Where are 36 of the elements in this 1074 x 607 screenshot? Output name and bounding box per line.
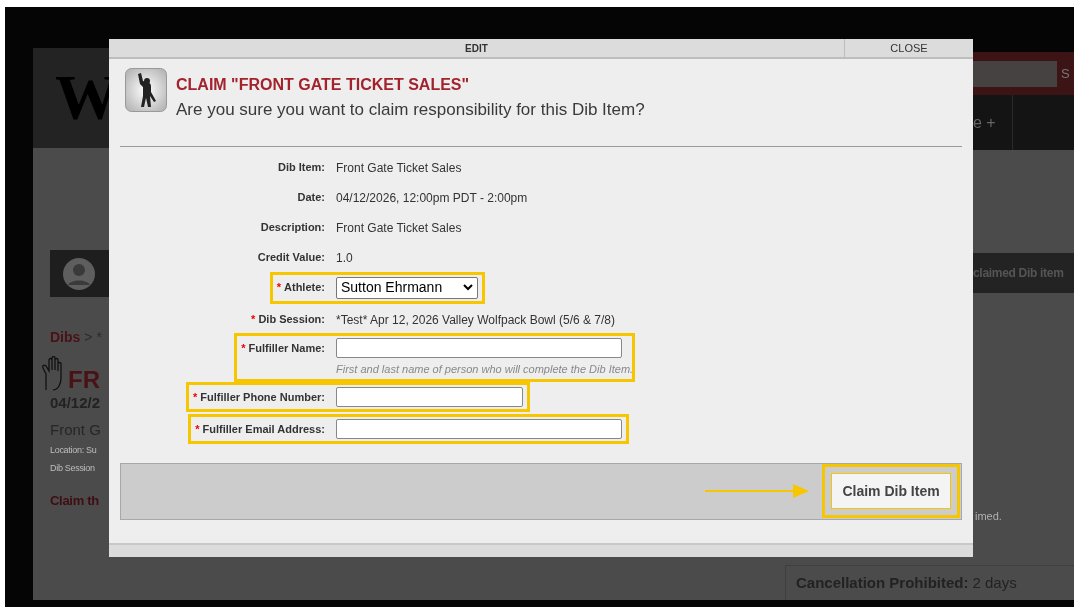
field-value: Front Gate Ticket Sales — [336, 220, 462, 235]
search-field[interactable] — [973, 60, 1057, 87]
search-button[interactable]: S — [1061, 63, 1070, 84]
dialog-subtitle: Are you sure you want to claim responsibility for this Dib Item? — [176, 99, 645, 121]
close-button[interactable]: CLOSE — [844, 39, 973, 57]
field-label: * Fulfiller Name: — [241, 340, 326, 356]
location-text: Location: Su — [50, 444, 98, 457]
dialog-title: CLAIM "FRONT GATE TICKET SALES" — [176, 75, 471, 95]
nav-item[interactable]: e + — [973, 110, 996, 135]
field-label: Description: — [260, 220, 326, 236]
fulfiller-phone-field[interactable] — [336, 387, 523, 407]
field-value: 1.0 — [336, 250, 353, 265]
chevron-down-icon — [463, 284, 473, 291]
claim-button[interactable]: Claim Dib Item — [831, 473, 951, 509]
athlete-select[interactable]: Sutton Ehrmann — [336, 276, 478, 299]
field-value: *Test* Apr 12, 2026 Valley Wolfpack Bowl (5/6 & 7/8) — [336, 312, 616, 327]
note-text: imed. — [974, 509, 1003, 524]
field-value: Front Gate Ticket Sales — [336, 160, 462, 175]
avatar-icon — [62, 256, 96, 291]
fulfiller-name-field[interactable] — [336, 337, 622, 358]
arrow-icon — [705, 484, 809, 498]
breadcrumb-text: > * — [84, 328, 102, 347]
page-heading: FR — [68, 368, 100, 392]
field-label: * Dib Session: — [251, 312, 326, 328]
waving-person-icon — [125, 68, 167, 112]
session-text: Dib Session — [50, 461, 96, 475]
field-label: * Fulfiller Phone Number: — [193, 390, 326, 405]
field-label: * Athlete: — [276, 279, 326, 295]
field-label: Dib Item: — [277, 160, 326, 176]
claim-link[interactable]: Claim th — [50, 491, 109, 511]
field-value: 04/12/2026, 12:00pm PDT - 2:00pm — [336, 190, 528, 205]
dialog-header-title: EDIT — [465, 41, 488, 56]
field-label: * Fulfiller Email Address: — [195, 422, 326, 437]
fulfiller-email-field[interactable] — [336, 419, 622, 439]
field-label: Date: — [297, 190, 326, 206]
field-label: Credit Value: — [257, 250, 326, 266]
